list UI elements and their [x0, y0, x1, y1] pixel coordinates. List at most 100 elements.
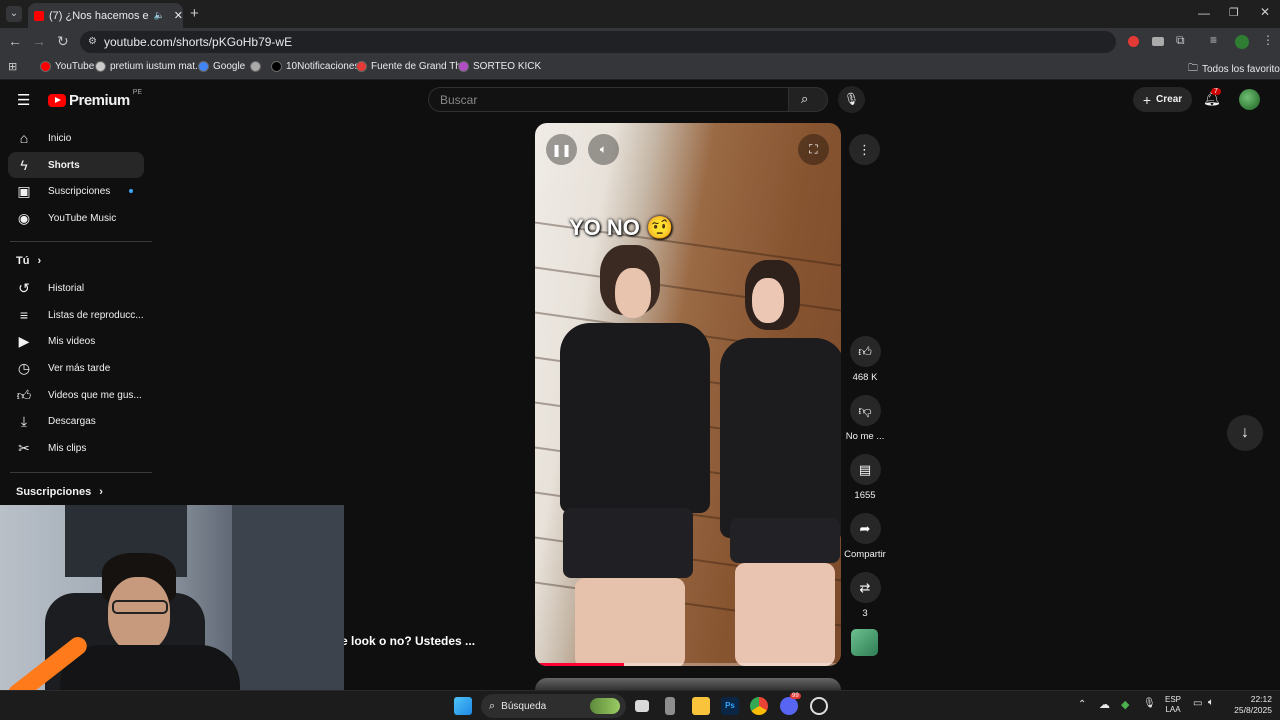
- chevron-up-icon[interactable]: ⌃: [1078, 699, 1086, 710]
- bookmark-5[interactable]: Fuente de Grand Th...: [356, 61, 469, 72]
- short-video-player[interactable]: YO NO 🤨 ❚❚ 🔈︎ ⛶: [535, 123, 841, 666]
- reading-list-icon[interactable]: ≡: [1210, 33, 1217, 47]
- extension-record-icon[interactable]: [1128, 36, 1139, 47]
- more-options-button[interactable]: ⋮: [849, 134, 880, 165]
- video-overlay-text: YO NO 🤨: [569, 215, 674, 240]
- speaker-icon[interactable]: 🔈︎: [1208, 697, 1214, 708]
- search-input[interactable]: Buscar: [428, 87, 790, 112]
- subscriptions-section-header[interactable]: Suscripciones ›: [16, 486, 103, 498]
- chevron-right-icon: ›: [99, 486, 103, 498]
- all-bookmarks-folder[interactable]: 🗀 Todos los favoritos: [1188, 61, 1280, 78]
- sidebar-item-videos-que-me-gus[interactable]: 👍︎ Videos que me gus...: [0, 382, 150, 408]
- sidebar-item-descargas[interactable]: ⤓ Descargas: [0, 408, 150, 434]
- volume-button[interactable]: 🔈︎: [588, 134, 619, 165]
- fullscreen-button[interactable]: ⛶: [798, 134, 829, 165]
- bookmark-0[interactable]: YouTube: [40, 61, 94, 72]
- sidebar-item-ver-más-tarde[interactable]: ◷ Ver más tarde: [0, 355, 150, 381]
- next-short-preview[interactable]: [535, 678, 841, 690]
- like-action[interactable]: 👍︎ 468 K: [844, 336, 886, 383]
- progress-fill: [535, 663, 624, 666]
- create-button[interactable]: + Crear: [1133, 87, 1192, 112]
- defender-icon[interactable]: ◆: [1121, 698, 1129, 711]
- account-avatar[interactable]: [1239, 89, 1260, 110]
- bookmarks-bar: ⊞ YouTube pretium iustum mat... Google 10No…: [0, 56, 1280, 80]
- tab-close-icon[interactable]: ✕: [174, 9, 183, 22]
- bookmark-label: YouTube: [55, 61, 95, 72]
- sidebar-item-historial[interactable]: ↺ Historial: [0, 275, 150, 301]
- sidebar-item-youtube-music[interactable]: ◉ YouTube Music: [0, 205, 150, 231]
- puzzle-icon[interactable]: ⧉: [1176, 33, 1185, 48]
- apps-grid-icon[interactable]: ⊞: [8, 60, 17, 73]
- comments-action[interactable]: ▤ 1655: [844, 454, 886, 501]
- close-window-icon[interactable]: ✕: [1260, 5, 1270, 19]
- url-text: youtube.com/shorts/pKGoHb79-wE: [104, 35, 293, 49]
- hamburger-menu-icon[interactable]: ☰: [17, 91, 30, 109]
- progress-bar[interactable]: [535, 663, 841, 666]
- browser-tab[interactable]: (7) ¿Nos hacemos el cambi 🔈 ✕: [28, 3, 183, 28]
- bookmark-3[interactable]: [250, 61, 261, 72]
- clock[interactable]: 22:12 25/8/2025: [1228, 694, 1272, 716]
- mic-tray-icon[interactable]: 🎙: [1143, 698, 1156, 709]
- photoshop-icon[interactable]: Ps: [721, 697, 739, 715]
- sidebar-item-mis-clips[interactable]: ✂ Mis clips: [0, 435, 150, 461]
- bookmark-4[interactable]: 10Notificaciones: [271, 61, 359, 72]
- remix-action[interactable]: ⇄ 3: [844, 572, 886, 619]
- person-left-face: [615, 268, 651, 318]
- bookmark-label: pretium iustum mat...: [110, 61, 204, 72]
- fullscreen-icon: ⛶: [809, 142, 818, 156]
- subscriptions-header-label: Suscripciones: [16, 486, 92, 498]
- streamer-face: [108, 577, 170, 652]
- short-caption[interactable]: e look o no? Ustedes ...: [341, 634, 475, 648]
- language-indicator[interactable]: ESP LAA: [1165, 695, 1181, 715]
- task-view-icon[interactable]: [635, 700, 649, 712]
- windows-start-icon[interactable]: [454, 697, 472, 715]
- extension-icon[interactable]: [1152, 37, 1164, 46]
- bookmark-2[interactable]: Google: [198, 61, 245, 72]
- kebab-menu-icon[interactable]: ⋮: [1262, 33, 1274, 47]
- sidebar-item-inicio[interactable]: ⌂ Inicio: [0, 125, 150, 151]
- new-tab-button[interactable]: +: [190, 5, 199, 22]
- bookmark-1[interactable]: pretium iustum mat...: [95, 61, 203, 72]
- next-short-button[interactable]: ↓: [1227, 415, 1263, 451]
- file-explorer-icon[interactable]: [692, 697, 710, 715]
- search-button[interactable]: ⌕: [788, 87, 828, 112]
- sidebar-item-listas-de-reproducc[interactable]: ≡ Listas de reproducc...: [0, 302, 150, 328]
- bookmark-6[interactable]: SORTEO KICK: [458, 61, 541, 72]
- share-action[interactable]: ➦ Compartir: [844, 513, 886, 560]
- notifications-button[interactable]: 🔔︎ 7: [1203, 88, 1221, 107]
- like-count: 468 K: [852, 372, 878, 383]
- chrome-icon[interactable]: [750, 697, 768, 715]
- dislike-action[interactable]: 👎︎ No me ...: [844, 395, 886, 442]
- dislike-label: No me ...: [845, 431, 885, 442]
- voice-search-button[interactable]: 🎙: [838, 86, 865, 113]
- taskbar-search[interactable]: ⌕ Búsqueda: [481, 694, 626, 718]
- you-section-header[interactable]: Tú ›: [16, 255, 41, 267]
- taskbar-search-label: Búsqueda: [501, 700, 547, 712]
- app-circle-icon[interactable]: [810, 697, 828, 715]
- plus-icon: +: [1142, 91, 1152, 108]
- discord-icon[interactable]: 99: [780, 693, 801, 715]
- profile-avatar[interactable]: [1235, 35, 1249, 49]
- history-icon: ↺: [18, 280, 30, 296]
- address-bar[interactable]: ⚙ youtube.com/shorts/pKGoHb79-wE: [80, 31, 1116, 53]
- scissors-icon: ✂: [18, 440, 30, 456]
- onedrive-icon[interactable]: ☁: [1099, 698, 1110, 711]
- tab-search-button[interactable]: ⌄: [6, 6, 22, 22]
- sound-thumbnail[interactable]: [851, 629, 878, 656]
- sidebar-item-suscripciones[interactable]: ▣ Suscripciones: [0, 178, 150, 204]
- restore-icon[interactable]: ❐: [1229, 6, 1239, 19]
- kick-icon: [458, 61, 469, 72]
- minimize-icon[interactable]: —: [1198, 6, 1210, 20]
- pause-button[interactable]: ❚❚: [546, 134, 577, 165]
- search-highlight-image: [590, 698, 620, 714]
- reload-icon[interactable]: ↻: [57, 33, 69, 50]
- windows-taskbar: ⌕ Búsqueda Ps 99 ⌃ ☁ ◆ 🎙 ESP LAA ▭ 🔈︎ 22…: [0, 690, 1280, 720]
- sidebar-item-shorts[interactable]: ϟ Shorts: [8, 152, 144, 178]
- sidebar-item-mis-videos[interactable]: ▶ Mis videos: [0, 328, 150, 354]
- back-icon[interactable]: ←: [8, 33, 22, 49]
- forward-icon[interactable]: →: [32, 33, 46, 49]
- display-icon[interactable]: ▭: [1193, 698, 1202, 709]
- youtube-logo[interactable]: Premium PE: [48, 89, 142, 109]
- app-icon[interactable]: [665, 697, 675, 715]
- site-info-icon[interactable]: ⚙: [88, 36, 97, 47]
